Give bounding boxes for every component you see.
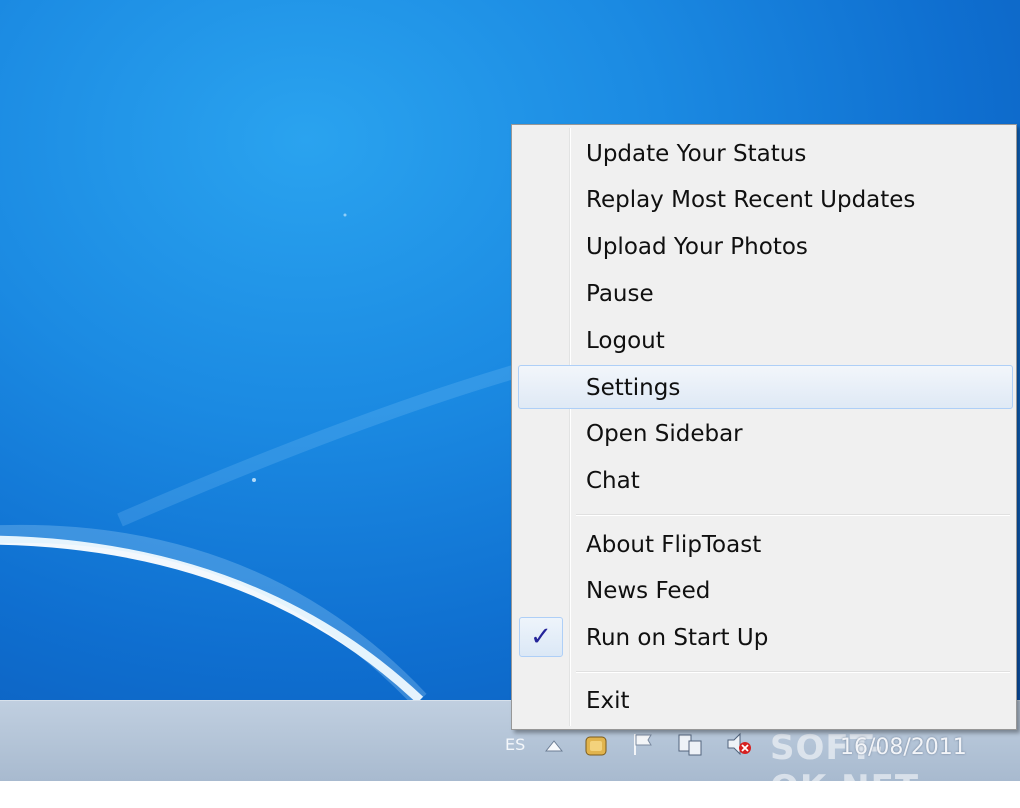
menu-item-label: Chat bbox=[586, 468, 640, 494]
menu-item-logout[interactable]: Logout bbox=[518, 318, 1013, 362]
menu-item-label: News Feed bbox=[586, 578, 711, 604]
menu-item-upload-photos[interactable]: Upload Your Photos bbox=[518, 224, 1013, 268]
menu-item-open-sidebar[interactable]: Open Sidebar bbox=[518, 411, 1013, 455]
menu-item-chat[interactable]: Chat bbox=[518, 458, 1013, 502]
menu-item-run-on-startup[interactable]: ✓ Run on Start Up bbox=[518, 615, 1013, 659]
show-hidden-icons-icon[interactable] bbox=[545, 735, 564, 755]
menu-item-label: Upload Your Photos bbox=[586, 234, 808, 260]
taskbar-clock[interactable]: 16/08/2011 bbox=[840, 735, 967, 760]
menu-item-exit[interactable]: Exit bbox=[518, 678, 1013, 722]
menu-item-label: Settings bbox=[586, 375, 681, 401]
action-center-flag-icon[interactable] bbox=[629, 731, 655, 760]
menu-item-replay-updates[interactable]: Replay Most Recent Updates bbox=[518, 177, 1013, 221]
menu-item-label: Update Your Status bbox=[586, 141, 807, 167]
menu-item-pause[interactable]: Pause bbox=[518, 271, 1013, 315]
menu-item-label: Replay Most Recent Updates bbox=[586, 187, 916, 213]
language-indicator[interactable]: ES bbox=[505, 737, 525, 753]
menu-item-label: Exit bbox=[586, 688, 630, 714]
menu-item-update-status[interactable]: Update Your Status bbox=[518, 131, 1013, 175]
menu-item-settings[interactable]: Settings bbox=[518, 365, 1013, 409]
volume-muted-icon[interactable] bbox=[725, 731, 753, 760]
menu-item-label: About FlipToast bbox=[586, 532, 762, 558]
fliptoast-tray-icon[interactable] bbox=[583, 731, 609, 760]
menu-item-about[interactable]: About FlipToast bbox=[518, 522, 1013, 566]
menu-separator bbox=[576, 671, 1010, 673]
network-icon[interactable] bbox=[675, 731, 705, 760]
menu-item-label: Logout bbox=[586, 328, 665, 354]
menu-item-label: Run on Start Up bbox=[586, 625, 769, 651]
menu-item-news-feed[interactable]: News Feed bbox=[518, 568, 1013, 612]
fliptoast-context-menu: Update Your Status Replay Most Recent Up… bbox=[511, 124, 1017, 730]
menu-item-label: Pause bbox=[586, 281, 654, 307]
checkmark-icon: ✓ bbox=[519, 617, 563, 657]
menu-item-label: Open Sidebar bbox=[586, 421, 743, 447]
menu-separator bbox=[576, 514, 1010, 516]
